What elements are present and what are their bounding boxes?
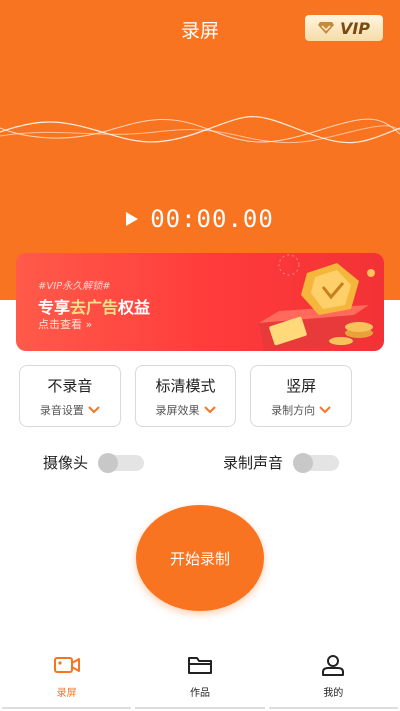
gift-box-illustration xyxy=(259,254,375,351)
banner-headline: 专享去广告权益 xyxy=(38,298,151,317)
audio-setting-card[interactable]: 不录音 录音设置 xyxy=(19,365,121,427)
audio-toggle[interactable] xyxy=(293,452,340,473)
tab-record[interactable]: 录屏 xyxy=(0,641,133,711)
vip-promo-banner[interactable]: #VIP永久解锁# 专享去广告权益 点击查看 » xyxy=(16,253,384,351)
recording-timer: 00:00.00 xyxy=(0,205,400,233)
banner-tag: #VIP永久解锁# xyxy=(38,281,111,292)
tab-works[interactable]: 作品 xyxy=(133,641,266,711)
vip-button[interactable]: VIP xyxy=(305,15,383,41)
user-icon xyxy=(322,655,345,676)
camera-toggle-label: 摄像头 xyxy=(43,454,89,472)
audio-toggle-row: 录制声音 xyxy=(223,452,340,473)
banner-view-link[interactable]: 点击查看 » xyxy=(38,316,92,332)
timer-value: 00:00.00 xyxy=(150,205,274,233)
quality-setting-card[interactable]: 标清模式 录屏效果 xyxy=(134,365,237,427)
audio-waveform xyxy=(0,116,400,144)
chevron-down-icon xyxy=(319,405,331,413)
start-record-button[interactable]: 开始录制 xyxy=(136,505,264,611)
play-icon[interactable] xyxy=(126,212,139,226)
orientation-setting-card[interactable]: 竖屏 录制方向 xyxy=(250,365,353,427)
camera-toggle-row: 摄像头 xyxy=(43,452,145,473)
audio-toggle-label: 录制声音 xyxy=(223,454,284,472)
vip-diamond-icon xyxy=(317,22,334,34)
settings-cards: 不录音 录音设置 标清模式 录屏效果 竖屏 录制方向 xyxy=(19,365,353,427)
tab-profile[interactable]: 我的 xyxy=(267,641,400,711)
camera-toggle[interactable] xyxy=(98,452,145,473)
chevron-down-icon xyxy=(203,405,216,413)
vip-label: VIP xyxy=(339,18,371,38)
bottom-tab-bar: 录屏 作品 我的 xyxy=(0,641,400,711)
folder-icon xyxy=(187,657,212,674)
chevron-down-icon xyxy=(88,405,100,413)
video-camera-icon xyxy=(53,657,80,673)
